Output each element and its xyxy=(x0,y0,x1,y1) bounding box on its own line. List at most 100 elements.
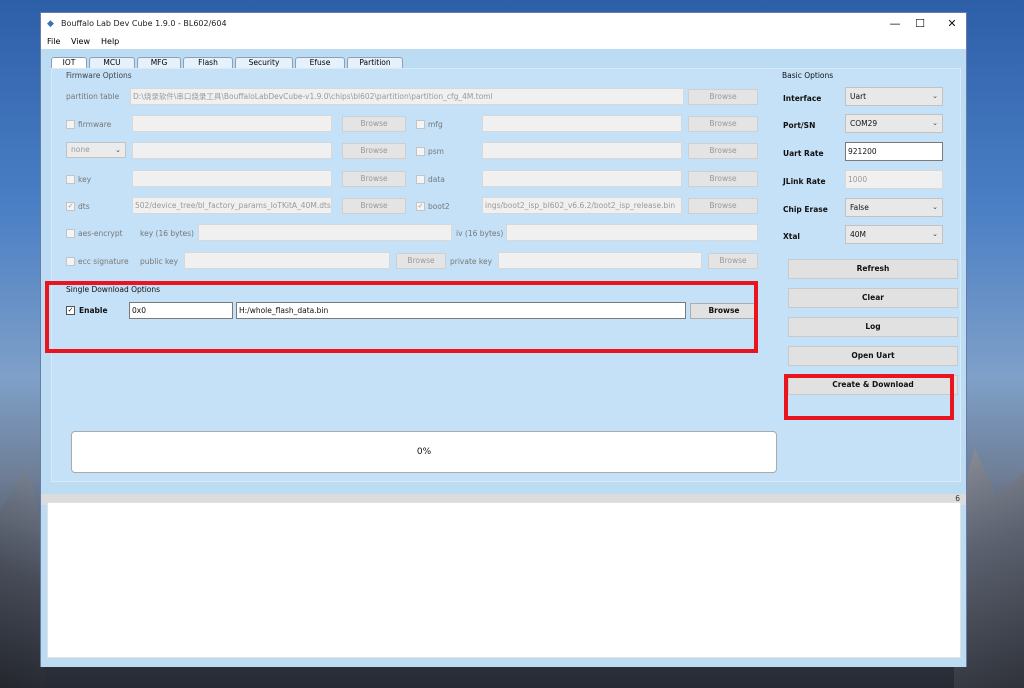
maximize-button[interactable]: ☐ xyxy=(906,16,934,32)
boot2-label: boot2 xyxy=(428,202,450,211)
data-field[interactable] xyxy=(482,170,682,187)
aes-key-label: key (16 bytes) xyxy=(140,229,194,238)
create-download-highlight xyxy=(784,374,954,420)
progress-bar: 0% xyxy=(71,431,777,473)
xtal-select-value: 40M xyxy=(850,230,867,239)
aes-iv-label: iv (16 bytes) xyxy=(456,229,504,238)
chevron-down-icon: ⌄ xyxy=(932,203,938,211)
chevron-down-icon: ⌄ xyxy=(115,146,121,154)
psm-browse-button[interactable]: Browse xyxy=(688,143,758,159)
tab-partition[interactable]: Partition xyxy=(347,57,403,68)
chevron-down-icon: ⌄ xyxy=(932,230,938,238)
partition-table-label: partition table xyxy=(66,92,120,101)
chevron-down-icon: ⌄ xyxy=(932,119,938,127)
tab-efuse[interactable]: Efuse xyxy=(295,57,345,68)
none-select[interactable]: none ⌄ xyxy=(66,142,126,158)
key-browse-button[interactable]: Browse xyxy=(342,171,406,187)
tab-iot[interactable]: IOT xyxy=(51,57,87,68)
close-button[interactable]: ✕ xyxy=(938,16,966,32)
title-bar[interactable]: ◆ Bouffalo Lab Dev Cube 1.9.0 - BL602/60… xyxy=(41,13,966,35)
data-checkbox[interactable] xyxy=(416,175,425,184)
key-label: key xyxy=(78,175,92,184)
data-browse-button[interactable]: Browse xyxy=(688,171,758,187)
firmware-label: firmware xyxy=(78,120,112,129)
aes-encrypt-checkbox[interactable] xyxy=(66,229,75,238)
none-select-value: none xyxy=(71,145,90,154)
firmware-options-label: Firmware Options xyxy=(66,71,132,80)
menu-file[interactable]: File xyxy=(47,37,60,46)
tab-mfg[interactable]: MFG xyxy=(137,57,181,68)
menu-view[interactable]: View xyxy=(71,37,90,46)
chevron-down-icon: ⌄ xyxy=(932,92,938,100)
clear-button[interactable]: Clear xyxy=(788,288,958,308)
chip-erase-select[interactable]: False ⌄ xyxy=(845,198,943,217)
private-key-browse-button[interactable]: Browse xyxy=(708,253,758,269)
aes-iv-field[interactable] xyxy=(506,224,758,241)
ecc-signature-checkbox[interactable] xyxy=(66,257,75,266)
client-area: IOT MCU MFG Flash Security Efuse Partiti… xyxy=(41,49,966,667)
boot2-checkbox[interactable]: ✓ xyxy=(416,202,425,211)
tab-mcu[interactable]: MCU xyxy=(89,57,135,68)
aes-key-field[interactable] xyxy=(198,224,452,241)
dts-field[interactable]: 502/device_tree/bl_factory_params_IoTKit… xyxy=(132,197,332,214)
psm-checkbox[interactable] xyxy=(416,147,425,156)
key-field[interactable] xyxy=(132,170,332,187)
uart-rate-field[interactable]: 921200 xyxy=(845,142,943,161)
interface-select[interactable]: Uart ⌄ xyxy=(845,87,943,106)
tab-flash[interactable]: Flash xyxy=(183,57,233,68)
jlink-rate-field[interactable]: 1000 xyxy=(845,170,943,189)
boot2-field[interactable]: ings/boot2_isp_bl602_v6.6.2/boot2_isp_re… xyxy=(482,197,682,214)
single-download-highlight xyxy=(45,281,758,353)
interface-label: Interface xyxy=(783,94,822,103)
firmware-field[interactable] xyxy=(132,115,332,132)
aes-encrypt-label: aes-encrypt xyxy=(78,229,123,238)
minimize-button[interactable]: — xyxy=(881,16,909,32)
psm-field[interactable] xyxy=(482,142,682,159)
mfg-field[interactable] xyxy=(482,115,682,132)
firmware-browse-button[interactable]: Browse xyxy=(342,116,406,132)
dts-browse-button[interactable]: Browse xyxy=(342,198,406,214)
jlink-rate-label: JLink Rate xyxy=(783,177,826,186)
app-logo-icon: ◆ xyxy=(47,19,54,29)
uart-rate-label: Uart Rate xyxy=(783,149,824,158)
xtal-label: Xtal xyxy=(783,232,800,241)
mfg-checkbox[interactable] xyxy=(416,120,425,129)
none-browse-button[interactable]: Browse xyxy=(342,143,406,159)
chip-erase-label: Chip Erase xyxy=(783,205,828,214)
interface-select-value: Uart xyxy=(850,92,867,101)
log-button[interactable]: Log xyxy=(788,317,958,337)
private-key-label: private key xyxy=(450,257,493,266)
mfg-label: mfg xyxy=(428,120,443,129)
refresh-button[interactable]: Refresh xyxy=(788,259,958,279)
partition-table-field[interactable]: D:\烧录软件\串口烧录工具\BouffaloLabDevCube-v1.9.0… xyxy=(130,88,684,105)
tab-security[interactable]: Security xyxy=(235,57,293,68)
public-key-browse-button[interactable]: Browse xyxy=(396,253,446,269)
private-key-field[interactable] xyxy=(498,252,702,269)
menu-help[interactable]: Help xyxy=(101,37,119,46)
chip-erase-select-value: False xyxy=(850,203,869,212)
port-select-value: COM29 xyxy=(850,119,878,128)
port-select[interactable]: COM29 ⌄ xyxy=(845,114,943,133)
mfg-browse-button[interactable]: Browse xyxy=(688,116,758,132)
basic-options-label: Basic Options xyxy=(782,71,834,80)
psm-label: psm xyxy=(428,147,444,156)
ecc-signature-label: ecc signature xyxy=(78,257,129,266)
key-checkbox[interactable] xyxy=(66,175,75,184)
window-title: Bouffalo Lab Dev Cube 1.9.0 - BL602/604 xyxy=(61,19,227,28)
firmware-checkbox[interactable] xyxy=(66,120,75,129)
log-output-area[interactable] xyxy=(47,502,961,658)
xtal-select[interactable]: 40M ⌄ xyxy=(845,225,943,244)
port-label: Port/SN xyxy=(783,121,816,130)
data-label: data xyxy=(428,175,445,184)
none-field[interactable] xyxy=(132,142,332,159)
desktop-mountain-left xyxy=(0,468,45,688)
open-uart-button[interactable]: Open Uart xyxy=(788,346,958,366)
dts-checkbox[interactable]: ✓ xyxy=(66,202,75,211)
partition-table-browse-button[interactable]: Browse xyxy=(688,89,758,105)
public-key-label: public key xyxy=(140,257,179,266)
app-window: ◆ Bouffalo Lab Dev Cube 1.9.0 - BL602/60… xyxy=(40,12,967,667)
menu-bar: File View Help xyxy=(41,35,966,49)
public-key-field[interactable] xyxy=(184,252,390,269)
boot2-browse-button[interactable]: Browse xyxy=(688,198,758,214)
dts-label: dts xyxy=(78,202,90,211)
